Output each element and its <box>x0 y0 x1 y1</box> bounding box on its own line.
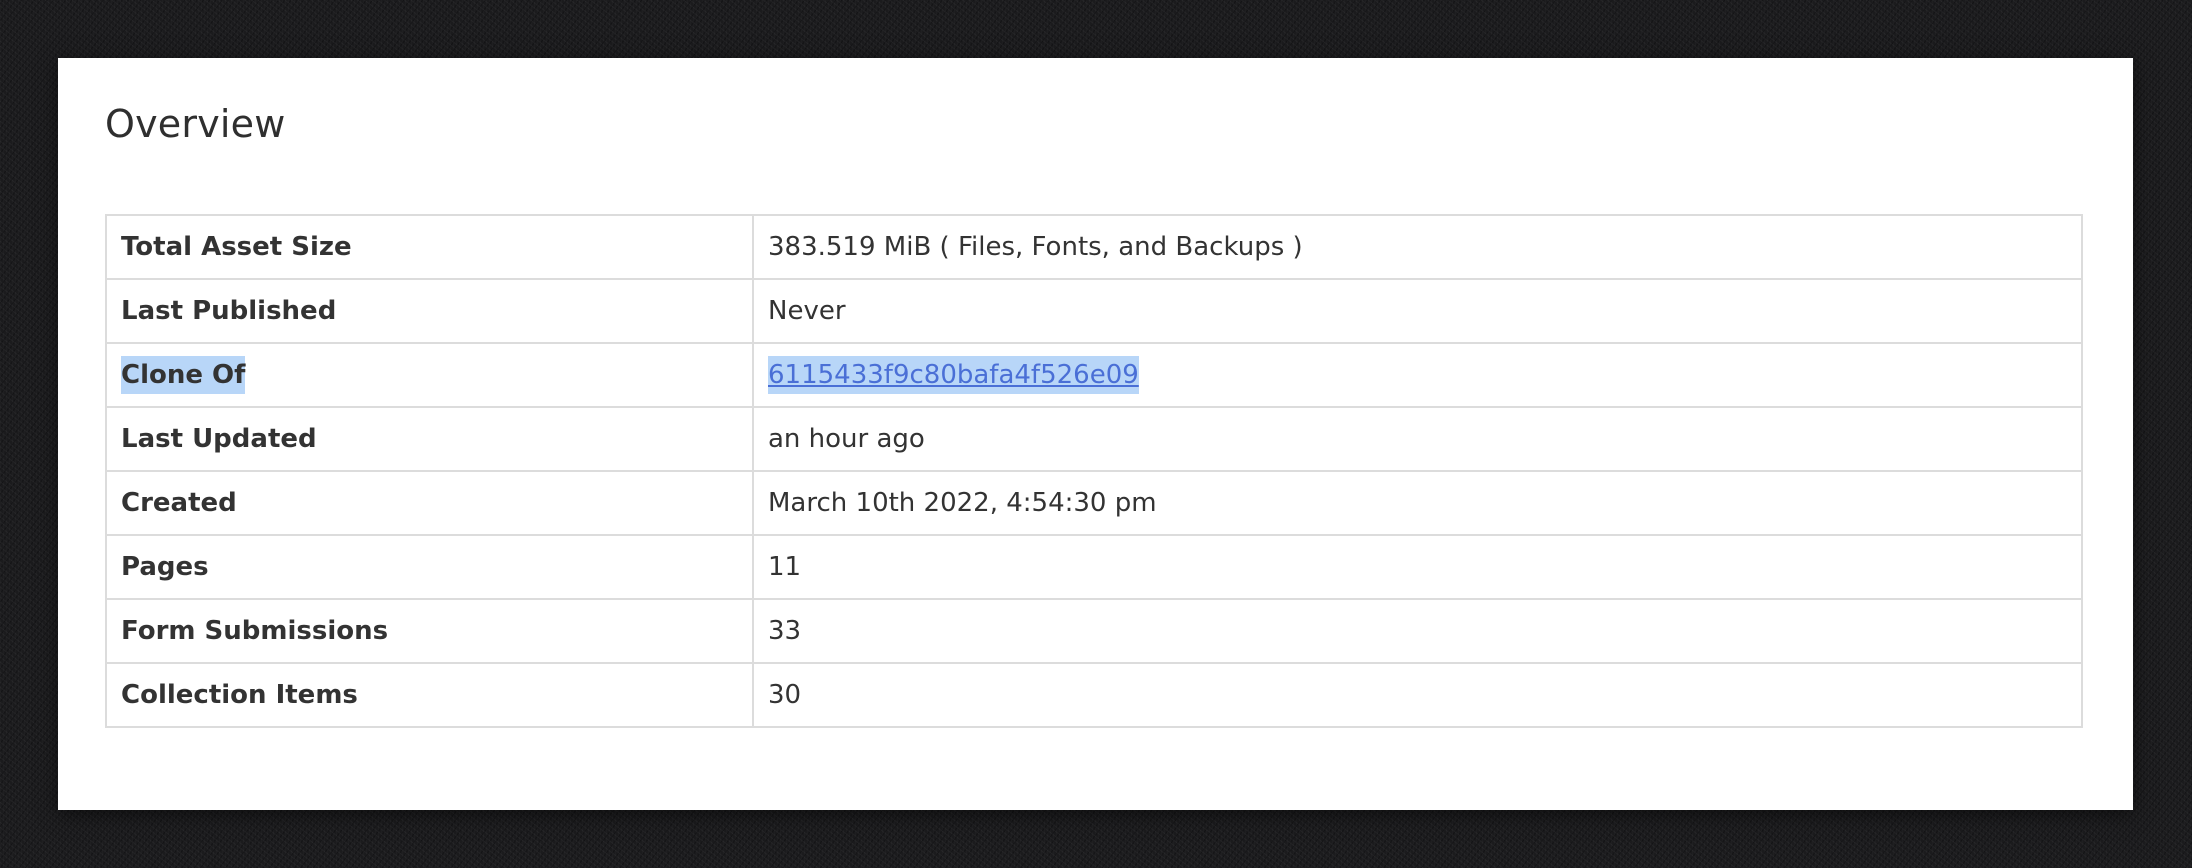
collection-items-value: 30 <box>752 662 2083 728</box>
clone-of-link[interactable]: 6115433f9c80bafa4f526e09 <box>768 356 1139 394</box>
overview-panel: Overview Total Asset Size 383.519 MiB ( … <box>58 58 2133 810</box>
row-label-cell: Clone Of <box>105 342 754 408</box>
row-label: Pages <box>105 534 754 600</box>
row-label: Total Asset Size <box>105 214 754 280</box>
table-row-clone-of: Clone Of 6115433f9c80bafa4f526e09 <box>105 342 2083 408</box>
table-row-pages: Pages 11 <box>105 534 2083 600</box>
clone-of-label: Clone Of <box>121 356 246 394</box>
last-updated-value: an hour ago <box>752 406 2083 472</box>
overview-table: Total Asset Size 383.519 MiB ( Files, Fo… <box>105 214 2083 728</box>
table-row-last-published: Last Published Never <box>105 278 2083 344</box>
table-row-collection-items: Collection Items 30 <box>105 662 2083 728</box>
table-row-last-updated: Last Updated an hour ago <box>105 406 2083 472</box>
table-row-form-submissions: Form Submissions 33 <box>105 598 2083 664</box>
form-submissions-value: 33 <box>752 598 2083 664</box>
row-label: Form Submissions <box>105 598 754 664</box>
created-value: March 10th 2022, 4:54:30 pm <box>752 470 2083 536</box>
row-label: Collection Items <box>105 662 754 728</box>
pages-value: 11 <box>752 534 2083 600</box>
clone-of-value-cell: 6115433f9c80bafa4f526e09 <box>752 342 2083 408</box>
row-label: Created <box>105 470 754 536</box>
last-published-value: Never <box>752 278 2083 344</box>
row-label: Last Updated <box>105 406 754 472</box>
table-row-created: Created March 10th 2022, 4:54:30 pm <box>105 470 2083 536</box>
row-label: Last Published <box>105 278 754 344</box>
table-row-total-asset-size: Total Asset Size 383.519 MiB ( Files, Fo… <box>105 214 2083 280</box>
page-title: Overview <box>105 102 286 146</box>
total-asset-size-value: 383.519 MiB ( Files, Fonts, and Backups … <box>752 214 2083 280</box>
